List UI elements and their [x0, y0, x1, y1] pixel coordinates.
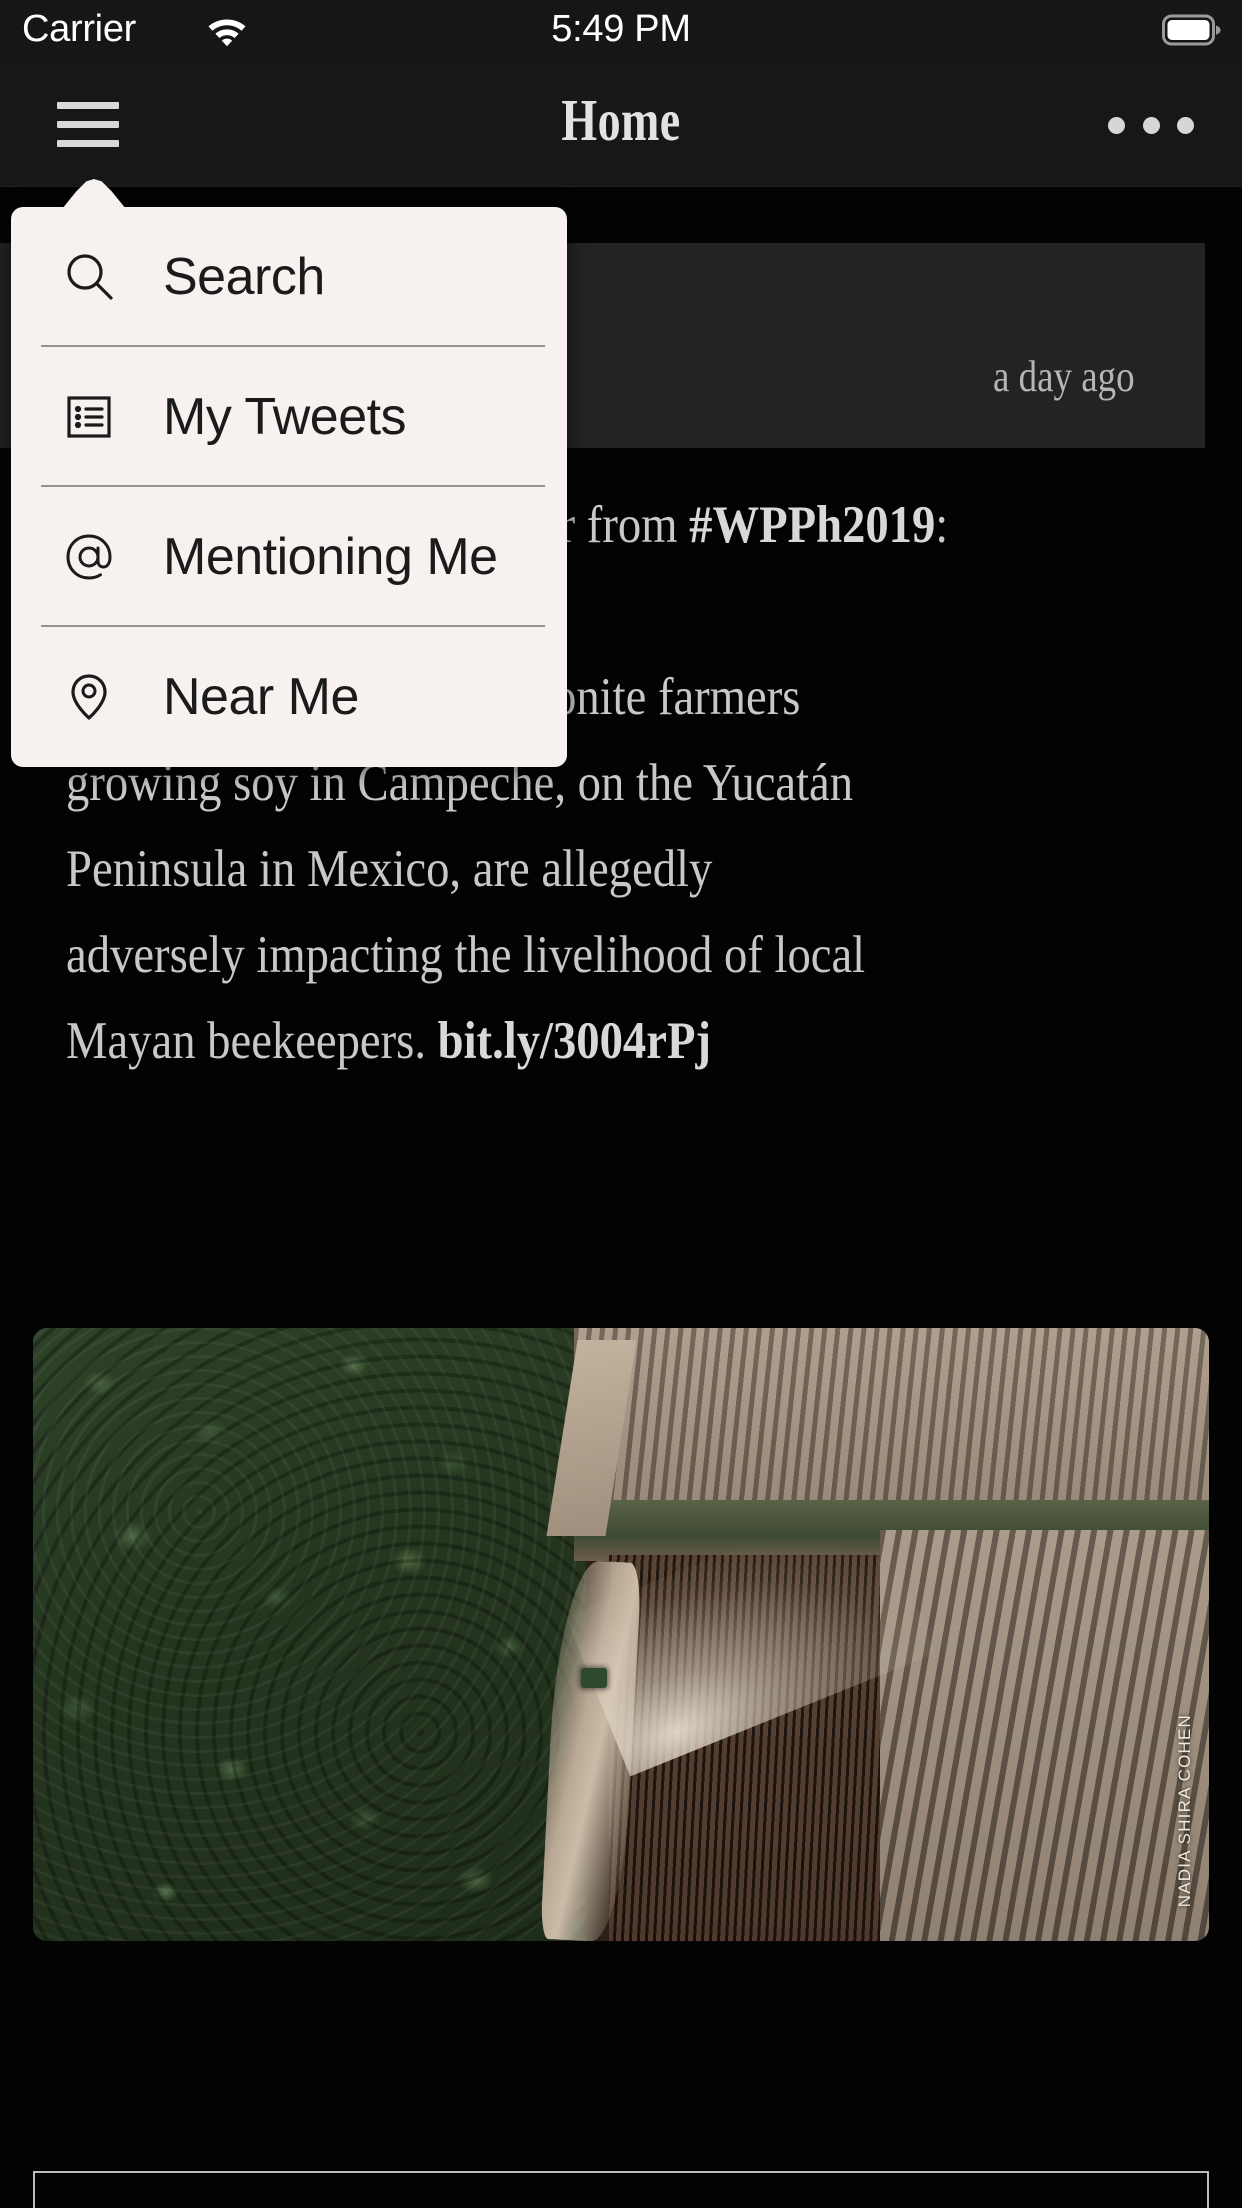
battery-full-icon [1162, 14, 1221, 46]
photo-credit-label: NADIA SHIRA COHEN [1175, 1713, 1194, 1907]
menu-item-label: My Tweets [163, 388, 407, 446]
aerial-farm-photo [33, 1328, 1209, 1941]
list-icon [59, 389, 119, 445]
overflow-dot [1108, 116, 1125, 134]
photo-field-top-right [573, 1328, 1209, 1512]
overflow-dot [1177, 116, 1194, 134]
menu-item-label: Mentioning Me [163, 528, 498, 586]
page-title: Home [561, 87, 681, 153]
map-pin-icon [59, 669, 119, 725]
menu-item-search[interactable]: Search [11, 207, 567, 347]
tweet-link[interactable]: bit.ly/3004rPj [438, 1012, 711, 1070]
tweet-action-bar: 8 21 [33, 2171, 1209, 2208]
dropdown-menu[interactable]: Search My Tweets Mentioning Me Near Me [11, 179, 567, 767]
reply-button[interactable] [35, 2173, 328, 2208]
photo-right-field [879, 1530, 1209, 1941]
menu-item-near-me[interactable]: Near Me [11, 627, 567, 767]
like-button[interactable]: 21 [621, 2173, 914, 2208]
retweet-button[interactable]: 8 [328, 2173, 621, 2208]
tweet-hashtag[interactable]: #WPPh2019 [689, 496, 935, 554]
overflow-dot [1142, 116, 1160, 134]
share-button[interactable] [914, 2173, 1207, 2208]
tweet-photo[interactable]: NADIA SHIRA COHEN [33, 1328, 1209, 1941]
photo-forest-region [33, 1328, 586, 1941]
tweet-timestamp: a day ago [993, 352, 1135, 401]
more-horizontal-icon[interactable] [1108, 110, 1194, 140]
navigation-bar: Home [0, 62, 1242, 187]
hamburger-menu-icon[interactable] [57, 102, 119, 148]
hamburger-line [57, 140, 119, 147]
menu-item-mentioning-me[interactable]: Mentioning Me [11, 487, 567, 627]
status-clock: 5:49 PM [551, 8, 691, 50]
photo-harvester [581, 1668, 608, 1689]
status-bar: Carrier 5:49 PM [0, 0, 1242, 62]
menu-item-label: Search [163, 248, 325, 306]
at-sign-icon [59, 529, 119, 585]
search-icon [59, 249, 119, 305]
menu-item-label: Near Me [163, 668, 359, 726]
hamburger-line [57, 102, 119, 109]
app-screen: Carrier 5:49 PM Home World [0, 0, 1242, 2208]
hamburger-line [57, 121, 119, 128]
menu-item-my-tweets[interactable]: My Tweets [11, 347, 567, 487]
